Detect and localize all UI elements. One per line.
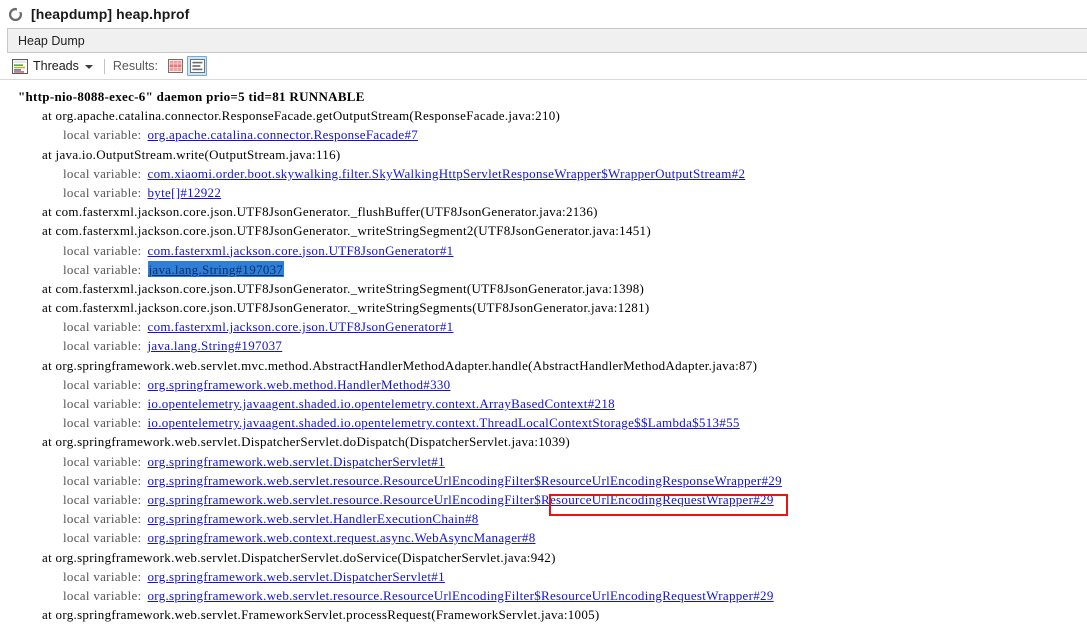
local-variable-line: local variable: org.springframework.web.s… xyxy=(0,509,1087,528)
local-variable-link[interactable]: org.springframework.web.servlet.HandlerE… xyxy=(148,511,479,526)
local-variable-line: local variable: org.springframework.web.s… xyxy=(0,471,1087,490)
threads-table-icon xyxy=(12,59,28,74)
threads-label: Threads xyxy=(33,59,79,73)
local-variable-link[interactable]: org.springframework.web.servlet.Dispatch… xyxy=(148,454,445,469)
local-variable-label: local variable: xyxy=(63,530,142,545)
chevron-down-icon[interactable] xyxy=(85,65,93,69)
local-variable-line: local variable: org.springframework.web.s… xyxy=(0,567,1087,586)
local-variable-label: local variable: xyxy=(63,127,142,142)
local-variable-label: local variable: xyxy=(63,415,142,430)
local-variable-label: local variable: xyxy=(63,492,142,507)
local-variable-label: local variable: xyxy=(63,396,142,411)
local-variable-line: local variable: io.opentelemetry.javaagen… xyxy=(0,413,1087,432)
local-variable-line: local variable: byte[]#12922 xyxy=(0,183,1087,202)
local-variable-link[interactable]: java.lang.String#197037 xyxy=(148,338,283,353)
heap-dump-window: [heapdump] heap.hprof Heap Dump Threads … xyxy=(0,0,1087,643)
local-variable-line: local variable: com.fasterxml.jackson.cor… xyxy=(0,317,1087,336)
local-variable-link[interactable]: org.springframework.web.method.HandlerMe… xyxy=(148,377,451,392)
stack-frame-line: at java.io.OutputStream.write(OutputStre… xyxy=(0,145,1087,164)
local-variable-line: local variable: org.apache.catalina.conne… xyxy=(0,125,1087,144)
local-variable-link[interactable]: io.opentelemetry.javaagent.shaded.io.ope… xyxy=(148,415,740,430)
local-variable-label: local variable: xyxy=(63,454,142,469)
local-variable-label: local variable: xyxy=(63,569,142,584)
local-variable-link[interactable]: org.apache.catalina.connector.ResponseFa… xyxy=(148,127,419,142)
local-variable-label: local variable: xyxy=(63,338,142,353)
local-variable-link[interactable]: org.springframework.web.servlet.resource… xyxy=(148,588,774,603)
tab-label: Heap Dump xyxy=(18,34,85,48)
tab-strip: Heap Dump xyxy=(7,28,1087,53)
local-variable-link-selected[interactable]: java.lang.String#197037 xyxy=(148,261,285,277)
stack-frame-line: at com.fasterxml.jackson.core.json.UTF8J… xyxy=(0,298,1087,317)
stack-frame-line: at org.springframework.web.servlet.Dispa… xyxy=(0,432,1087,451)
local-variable-label: local variable: xyxy=(63,473,142,488)
table-view-button[interactable] xyxy=(165,56,185,76)
local-variable-line: local variable: org.springframework.web.s… xyxy=(0,490,1087,509)
local-variable-line: local variable: org.springframework.web.m… xyxy=(0,375,1087,394)
stack-frame-line: at com.fasterxml.jackson.core.json.UTF8J… xyxy=(0,279,1087,298)
local-variable-label: local variable: xyxy=(63,511,142,526)
window-title: [heapdump] heap.hprof xyxy=(31,6,189,22)
stack-frame-line: at com.fasterxml.jackson.core.json.UTF8J… xyxy=(0,221,1087,240)
heap-dump-ring-icon xyxy=(8,7,23,22)
window-titlebar: [heapdump] heap.hprof xyxy=(0,0,1087,28)
local-variable-line: local variable: org.springframework.web.s… xyxy=(0,586,1087,605)
local-variable-link[interactable]: com.fasterxml.jackson.core.json.UTF8Json… xyxy=(148,319,454,334)
local-variable-line: local variable: java.lang.String#197037 xyxy=(0,260,1087,279)
stack-trace-panel[interactable]: "http-nio-8088-exec-6" daemon prio=5 tid… xyxy=(0,80,1087,630)
local-variable-link[interactable]: org.springframework.web.servlet.Dispatch… xyxy=(148,569,445,584)
threads-dropdown[interactable]: Threads xyxy=(9,55,96,77)
local-variable-link[interactable]: org.springframework.web.context.request.… xyxy=(148,530,536,545)
local-variable-label: local variable: xyxy=(63,262,142,277)
local-variable-label: local variable: xyxy=(63,319,142,334)
stack-frame-line: at org.springframework.web.servlet.Dispa… xyxy=(0,548,1087,567)
local-variable-line: local variable: java.lang.String#197037 xyxy=(0,336,1087,355)
results-label: Results: xyxy=(113,59,158,73)
local-variable-line: local variable: com.xiaomi.order.boot.sky… xyxy=(0,164,1087,183)
stack-frame-line: at org.springframework.web.servlet.mvc.m… xyxy=(0,356,1087,375)
local-variable-label: local variable: xyxy=(63,185,142,200)
stack-frame-line: at org.springframework.web.servlet.Frame… xyxy=(0,605,1087,624)
local-variable-line: local variable: org.springframework.web.s… xyxy=(0,452,1087,471)
local-variable-line: local variable: org.springframework.web.c… xyxy=(0,528,1087,547)
local-variable-label: local variable: xyxy=(63,588,142,603)
list-view-button[interactable] xyxy=(187,56,207,76)
thread-header-line: "http-nio-8088-exec-6" daemon prio=5 tid… xyxy=(0,87,1087,106)
local-variable-link[interactable]: org.springframework.web.servlet.resource… xyxy=(148,492,774,507)
local-variable-link[interactable]: byte[]#12922 xyxy=(148,185,222,200)
local-variable-link[interactable]: com.xiaomi.order.boot.skywalking.filter.… xyxy=(148,166,746,181)
stack-frame-line: at org.apache.catalina.connector.Respons… xyxy=(0,106,1087,125)
local-variable-label: local variable: xyxy=(63,166,142,181)
local-variable-label: local variable: xyxy=(63,243,142,258)
local-variable-link[interactable]: org.springframework.web.servlet.resource… xyxy=(148,473,782,488)
local-variable-link[interactable]: com.fasterxml.jackson.core.json.UTF8Json… xyxy=(148,243,454,258)
local-variable-line: local variable: io.opentelemetry.javaagen… xyxy=(0,394,1087,413)
stack-frame-line: at com.fasterxml.jackson.core.json.UTF8J… xyxy=(0,202,1087,221)
local-variable-link[interactable]: io.opentelemetry.javaagent.shaded.io.ope… xyxy=(148,396,615,411)
local-variable-line: local variable: com.fasterxml.jackson.cor… xyxy=(0,241,1087,260)
tab-heap-dump[interactable]: Heap Dump xyxy=(8,29,97,52)
toolbar-separator xyxy=(104,59,105,74)
local-variable-label: local variable: xyxy=(63,377,142,392)
list-lines-icon xyxy=(190,59,205,73)
view-toolbar: Threads Results: xyxy=(0,53,1087,80)
grid-table-icon xyxy=(168,59,183,73)
